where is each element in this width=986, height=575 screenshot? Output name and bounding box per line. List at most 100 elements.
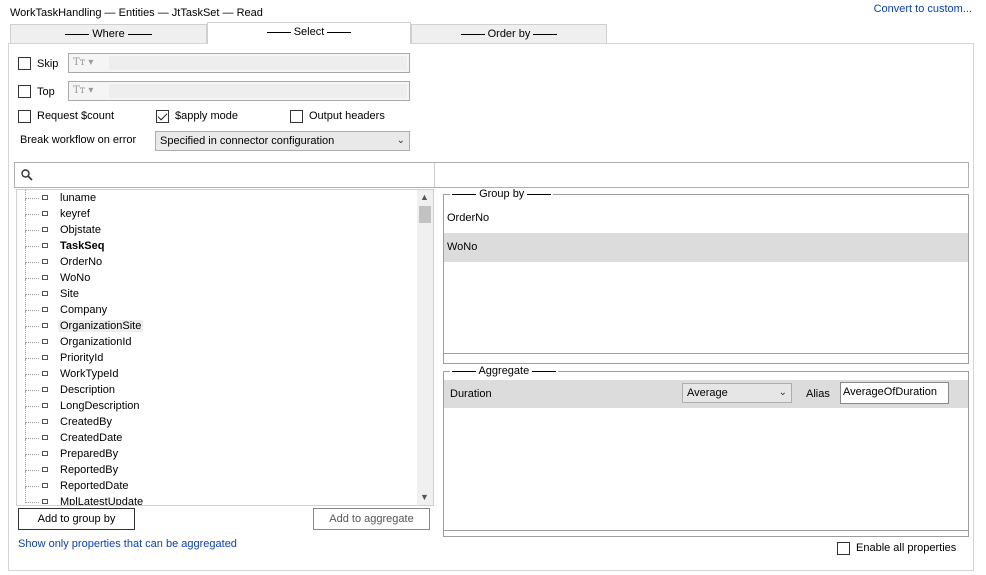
search-icon <box>21 169 33 181</box>
skip-label: Skip <box>37 58 59 70</box>
property-tree-item[interactable]: luname <box>17 190 417 207</box>
property-node-icon <box>42 371 48 376</box>
property-node-icon <box>42 403 48 408</box>
output-headers-checkbox[interactable] <box>290 110 303 123</box>
type-icon[interactable]: Tт ▾ <box>73 57 93 68</box>
property-tree-item[interactable]: OrderNo <box>17 247 417 271</box>
property-label: OrderNo <box>60 256 103 268</box>
property-tree-item[interactable]: Company <box>17 295 417 319</box>
select-panel: Skip Tт ▾ Top Tт ▾ Request $count $apply… <box>8 43 974 571</box>
request-count-label: Request $count <box>37 110 115 122</box>
property-label: WoNo <box>60 272 91 284</box>
property-search-input[interactable] <box>14 162 969 188</box>
property-node-icon <box>42 467 48 472</box>
property-node-icon <box>42 243 48 248</box>
scroll-up-arrow-icon[interactable]: ▲ <box>420 192 429 202</box>
property-label: TaskSeq <box>60 240 105 252</box>
property-tree-item[interactable]: keyref <box>17 199 417 223</box>
property-label: PreparedBy <box>60 448 119 460</box>
property-node-icon <box>42 419 48 424</box>
enable-all-properties-checkbox[interactable] <box>837 542 850 555</box>
aggregate-function-value: Average <box>687 387 728 399</box>
scroll-down-arrow-icon[interactable]: ▼ <box>420 492 429 502</box>
property-tree-item[interactable]: TaskSeq <box>17 231 417 255</box>
property-tree-item[interactable]: OrganizationId <box>17 327 417 351</box>
property-label: Company <box>60 304 108 316</box>
property-node-icon <box>42 323 48 328</box>
enable-all-properties-label: Enable all properties <box>856 542 957 554</box>
skip-field[interactable]: Tт ▾ <box>68 53 410 73</box>
property-tree-item[interactable]: Description <box>17 375 417 399</box>
apply-mode-checkbox[interactable] <box>156 110 169 123</box>
property-node-icon <box>42 259 48 264</box>
top-checkbox[interactable] <box>18 85 31 98</box>
property-label: OrganizationId <box>60 336 132 348</box>
property-tree-item[interactable]: WorkTypeId <box>17 359 417 383</box>
group-by-item[interactable]: WoNo <box>447 241 477 253</box>
property-tree-item[interactable]: CreatedBy <box>17 407 417 431</box>
property-node-icon <box>42 387 48 392</box>
tab-where-label: Where <box>92 28 125 40</box>
convert-to-custom-link[interactable]: Convert to custom... <box>874 3 972 15</box>
tab-select[interactable]: Select <box>207 22 411 44</box>
property-tree-item[interactable]: LongDescription <box>17 391 417 415</box>
tab-order-by-label: Order by <box>487 28 531 40</box>
property-tree-item[interactable]: Site <box>17 279 417 303</box>
group-by-item[interactable]: OrderNo <box>447 212 489 224</box>
tab-where[interactable]: Where <box>10 24 207 44</box>
property-tree-item[interactable]: MplLatestUpdate <box>17 487 417 506</box>
property-label: Objstate <box>60 224 101 236</box>
property-label: OrganizationSite <box>58 320 144 332</box>
break-workflow-select[interactable]: Specified in connector configuration ⌄ <box>155 131 410 151</box>
request-count-checkbox[interactable] <box>18 110 31 123</box>
add-to-aggregate-button[interactable]: Add to aggregate <box>313 508 430 530</box>
property-label: WorkTypeId <box>60 368 119 380</box>
property-label: ReportedBy <box>60 464 119 476</box>
property-tree: luname keyref Objstate TaskSeq OrderNo WoNo Si… <box>16 189 434 506</box>
property-node-icon <box>42 291 48 296</box>
aggregate-title: Aggregate <box>450 365 559 377</box>
property-node-icon <box>42 195 48 200</box>
property-tree-item[interactable]: PreparedBy <box>17 439 417 463</box>
property-label: luname <box>60 192 97 204</box>
property-tree-item[interactable]: OrganizationSite <box>17 311 417 335</box>
property-tree-item[interactable]: ReportedDate <box>17 471 417 495</box>
add-to-group-by-button[interactable]: Add to group by <box>18 508 135 530</box>
property-node-icon <box>42 227 48 232</box>
property-tree-item[interactable]: PriorityId <box>17 343 417 367</box>
group-by-item-row-selected[interactable]: WoNo <box>444 233 968 262</box>
property-node-icon <box>42 435 48 440</box>
property-tree-item[interactable]: Objstate <box>17 215 417 239</box>
break-workflow-label: Break workflow on error <box>20 134 137 146</box>
property-label: MplLatestUpdate <box>60 496 144 506</box>
output-headers-label: Output headers <box>309 110 385 122</box>
top-field[interactable]: Tт ▾ <box>68 81 410 101</box>
property-label: CreatedBy <box>60 416 112 428</box>
break-workflow-value: Specified in connector configuration <box>160 135 335 147</box>
property-label: LongDescription <box>60 400 140 412</box>
property-node-icon <box>42 339 48 344</box>
top-label: Top <box>37 86 55 98</box>
property-node-icon <box>42 483 48 488</box>
property-node-icon <box>42 211 48 216</box>
show-only-aggregatable-link[interactable]: Show only properties that can be aggrega… <box>18 538 237 550</box>
alias-label: Alias <box>806 388 830 400</box>
property-node-icon <box>42 499 48 504</box>
tab-order-by[interactable]: Order by <box>411 24 607 44</box>
property-label: CreatedDate <box>60 432 123 444</box>
type-icon[interactable]: Tт ▾ <box>73 85 93 96</box>
property-tree-item[interactable]: ReportedBy <box>17 455 417 479</box>
chevron-down-icon: ⌄ <box>396 135 405 146</box>
aggregate-function-select[interactable]: Average ⌄ <box>682 383 792 403</box>
property-label: PriorityId <box>60 352 104 364</box>
aggregate-field: Duration <box>450 388 492 400</box>
property-label: Description <box>60 384 116 396</box>
aggregate-row[interactable]: Duration Average ⌄ Alias AverageOfDurati… <box>444 380 968 408</box>
property-tree-item[interactable]: WoNo <box>17 263 417 287</box>
property-tree-item[interactable]: CreatedDate <box>17 423 417 447</box>
skip-checkbox[interactable] <box>18 57 31 70</box>
alias-input[interactable]: AverageOfDuration <box>840 382 949 404</box>
chevron-down-icon: ⌄ <box>778 387 787 398</box>
tree-scrollbar[interactable]: ▲ ▼ <box>417 190 433 505</box>
scroll-thumb[interactable] <box>419 206 431 223</box>
